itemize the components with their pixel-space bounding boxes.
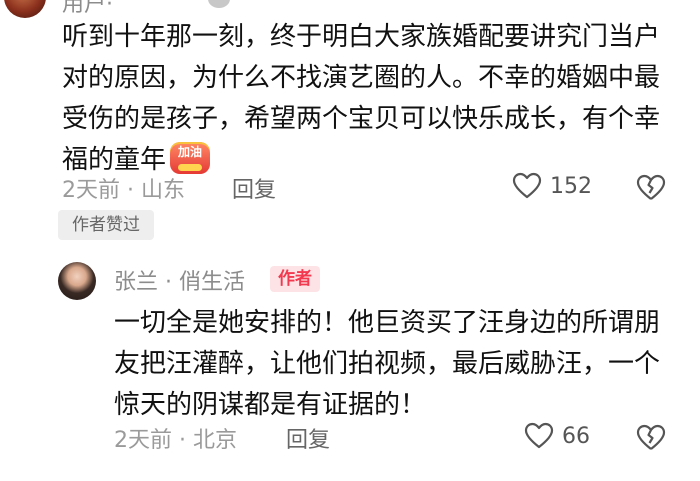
comment-time-location: 2天前 · 山东 xyxy=(62,178,185,203)
author-liked-tag: 作者赞过 xyxy=(58,210,154,240)
reply-time-location: 2天前 · 北京 xyxy=(114,428,237,453)
author-badge: 作者 xyxy=(270,266,320,292)
comment-text[interactable]: 听到十年那一刻，终于明白大家族婚配要讲究门当户对的原因，为什么不找演艺圈的人。不… xyxy=(62,17,684,181)
reply-like-button[interactable]: 66 xyxy=(524,422,590,450)
emoji-label: 加油 xyxy=(178,144,203,159)
reply-button[interactable]: 回复 xyxy=(232,172,276,204)
user-level-icon xyxy=(208,0,230,8)
heart-outline-icon xyxy=(512,172,542,199)
commenter-name[interactable]: 用户· xyxy=(62,0,113,18)
author-avatar[interactable] xyxy=(58,262,96,300)
broken-heart-icon[interactable] xyxy=(636,424,666,452)
reply-like-count: 66 xyxy=(562,423,590,449)
jiayou-emoji-icon: 加油 xyxy=(170,141,211,174)
reply-reply-button[interactable]: 回复 xyxy=(286,422,330,454)
comment-body: 听到十年那一刻，终于明白大家族婚配要讲究门当户对的原因，为什么不找演艺圈的人。不… xyxy=(62,22,661,175)
reply-author-name[interactable]: 张兰 · 俏生活 xyxy=(114,264,245,296)
broken-heart-icon[interactable] xyxy=(636,174,666,202)
commenter-avatar[interactable] xyxy=(4,0,46,18)
reply-text[interactable]: 一切全是她安排的！他巨资买了汪身边的所谓朋友把汪灌醉，让他们拍视频，最后威胁汪，… xyxy=(114,303,674,426)
heart-outline-icon xyxy=(524,422,554,449)
comment-thread: 用户· 听到十年那一刻，终于明白大家族婚配要讲究门当户对的原因，为什么不找演艺圈… xyxy=(0,0,700,481)
like-button[interactable]: 152 xyxy=(512,172,592,200)
like-count: 152 xyxy=(550,173,592,199)
